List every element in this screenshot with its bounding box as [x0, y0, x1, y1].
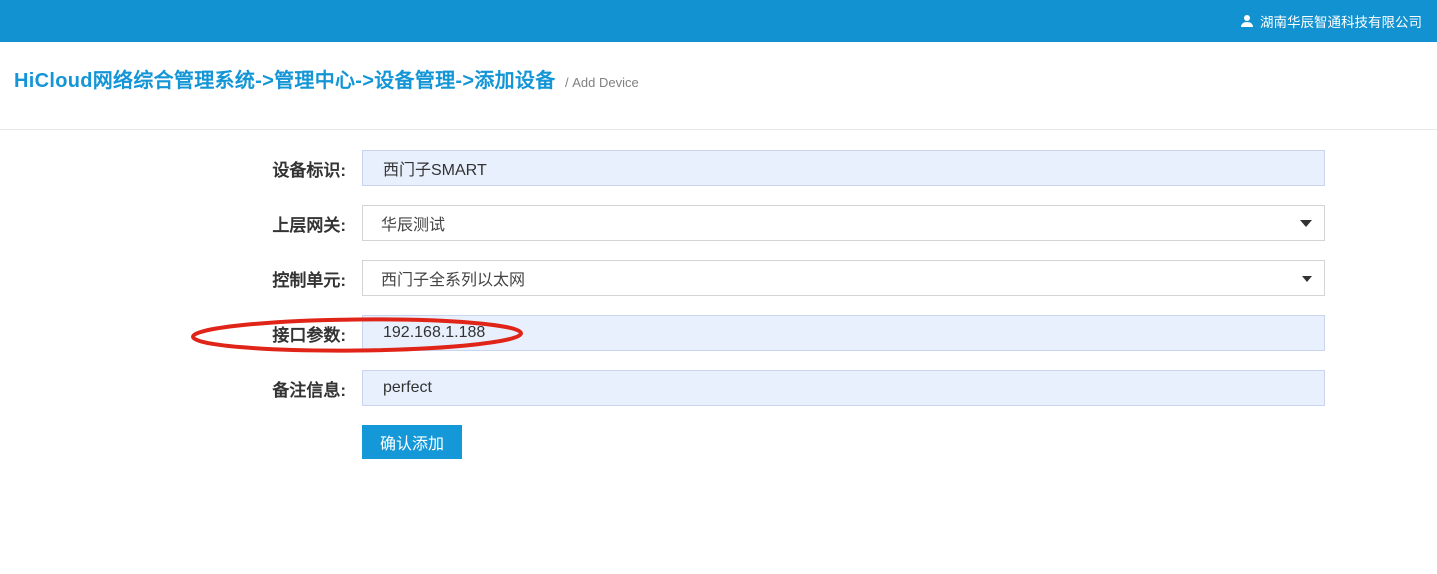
form-row-gateway: 上层网关: 华辰测试 [0, 205, 1437, 241]
control-unit-select-value: 西门子全系列以太网 [381, 266, 525, 290]
gateway-select[interactable]: 华辰测试 [362, 205, 1325, 241]
chevron-down-icon [1300, 220, 1312, 227]
interface-param-label: 接口参数: [0, 321, 346, 346]
header-divider [0, 129, 1437, 130]
form-row-control-unit: 控制单元: 西门子全系列以太网 [0, 260, 1437, 296]
device-id-input[interactable] [362, 150, 1325, 186]
device-id-label: 设备标识: [0, 156, 346, 181]
form-row-device-id: 设备标识: [0, 150, 1437, 186]
remark-label: 备注信息: [0, 376, 346, 401]
form-row-interface-param: 接口参数: [0, 315, 1437, 351]
company-name: 湖南华辰智通科技有限公司 [1260, 11, 1422, 31]
page-title: HiCloud网络综合管理系统->管理中心->设备管理->添加设备 [14, 70, 556, 92]
add-device-page: 湖南华辰智通科技有限公司 HiCloud网络综合管理系统->管理中心->设备管理… [0, 0, 1437, 574]
page-subtitle: / Add Device [565, 75, 639, 90]
control-unit-label: 控制单元: [0, 266, 346, 291]
chevron-down-icon [1302, 276, 1312, 282]
control-unit-select[interactable]: 西门子全系列以太网 [362, 260, 1325, 296]
breadcrumb: HiCloud网络综合管理系统->管理中心->设备管理->添加设备 / Add … [0, 42, 1437, 93]
form-row-remark: 备注信息: [0, 370, 1437, 406]
top-bar: 湖南华辰智通科技有限公司 [0, 0, 1437, 42]
gateway-label: 上层网关: [0, 211, 346, 236]
button-row: 确认添加 [362, 425, 1437, 459]
interface-param-input[interactable] [362, 315, 1325, 351]
add-device-form: 设备标识: 上层网关: 华辰测试 控制单元: 西门子全系列以太网 [0, 150, 1437, 459]
account-info[interactable]: 湖南华辰智通科技有限公司 [1240, 11, 1422, 31]
remark-input[interactable] [362, 370, 1325, 406]
gateway-select-value: 华辰测试 [381, 211, 445, 235]
user-icon [1240, 14, 1254, 28]
confirm-add-button[interactable]: 确认添加 [362, 425, 462, 459]
